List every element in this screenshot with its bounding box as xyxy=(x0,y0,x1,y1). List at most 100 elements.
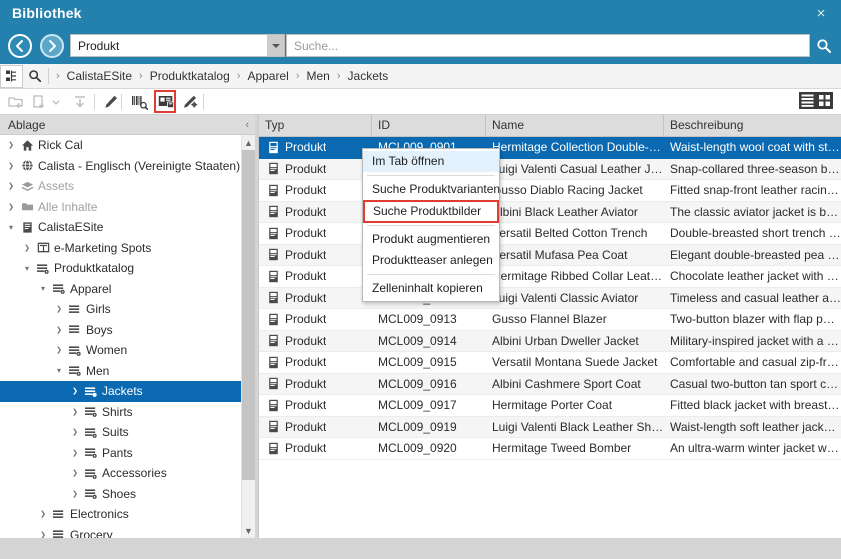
table-header-row: TypIDNameBeschreibung xyxy=(259,115,841,137)
scrollbar-thumb[interactable] xyxy=(242,150,255,480)
new-folder-button[interactable] xyxy=(6,92,26,112)
chevron-right-icon[interactable]: ❯ xyxy=(20,244,34,252)
chevron-right-icon[interactable]: ❯ xyxy=(36,510,50,518)
view-mode-toggle[interactable] xyxy=(799,92,833,114)
list-view-icon[interactable] xyxy=(799,92,816,114)
table-row[interactable]: ProduktMCL009_0920Hermitage Tweed Bomber… xyxy=(259,438,841,460)
sidebar-item-electronics[interactable]: ❯Electronics xyxy=(0,504,255,525)
chevron-right-icon[interactable]: ❯ xyxy=(4,182,18,190)
new-document-button[interactable] xyxy=(29,92,49,112)
chevron-right-icon[interactable]: ❯ xyxy=(68,408,82,416)
chevron-up-icon[interactable]: ▲ xyxy=(242,135,255,150)
breadcrumb-item[interactable]: Produktkatalog xyxy=(144,69,236,83)
chevron-right-icon[interactable]: ❯ xyxy=(68,387,82,395)
sidebar-item-apparel[interactable]: ▾Apparel xyxy=(0,279,255,300)
chevron-right-icon[interactable]: ❯ xyxy=(4,162,18,170)
context-menu-item[interactable]: Suche Produktvarianten xyxy=(363,179,499,200)
table-row[interactable]: ProduktMCL009_0907Hermitage Ribbed Colla… xyxy=(259,266,841,288)
new-dropdown-button[interactable] xyxy=(49,92,63,112)
sidebar-item-assets[interactable]: ❯Assets xyxy=(0,176,255,197)
upload-button[interactable] xyxy=(70,92,90,112)
chevron-down-icon[interactable]: ▾ xyxy=(4,223,18,232)
breadcrumb-item[interactable]: Apparel xyxy=(241,69,294,83)
context-menu-item[interactable]: Im Tab öffnen xyxy=(363,151,499,172)
edit-button[interactable] xyxy=(101,92,121,112)
table-row[interactable]: ProduktMCL009_0916Albini Cashmere Sport … xyxy=(259,374,841,396)
context-menu-item[interactable]: Zelleninhalt kopieren xyxy=(363,278,499,299)
search-product-images-button[interactable] xyxy=(157,92,177,112)
column-header[interactable]: Name xyxy=(486,115,664,136)
table-row[interactable]: ProduktMCL009_0910Luigi Valenti Classic … xyxy=(259,288,841,310)
chevron-down-icon[interactable]: ▾ xyxy=(36,284,50,293)
table-row[interactable]: ProduktMCL009_0913Gusso Flannel BlazerTw… xyxy=(259,309,841,331)
column-header[interactable]: Beschreibung xyxy=(664,115,841,136)
table-row[interactable]: ProduktMCL009_0904Albini Black Leather A… xyxy=(259,202,841,224)
chevron-right-icon[interactable]: ❯ xyxy=(4,141,18,149)
table-row[interactable]: ProduktMCL009_0901Hermitage Collection D… xyxy=(259,137,841,159)
sidebar-item-girls[interactable]: ❯Girls xyxy=(0,299,255,320)
breadcrumb-search-toggle[interactable] xyxy=(23,65,46,88)
context-menu-item[interactable]: Produkt augmentieren xyxy=(363,229,499,250)
breadcrumb-item[interactable]: Jackets xyxy=(342,69,395,83)
sidebar-item-shirts[interactable]: ❯Shirts xyxy=(0,402,255,423)
table-row[interactable]: ProduktMCL009_0914Albini Urban Dweller J… xyxy=(259,331,841,353)
table-row[interactable]: ProduktMCL009_0903Gusso Diablo Racing Ja… xyxy=(259,180,841,202)
chevron-right-icon[interactable]: ❯ xyxy=(52,346,66,354)
table-row[interactable]: ProduktMCL009_0906Versatil Mufasa Pea Co… xyxy=(259,245,841,267)
chevron-right-icon[interactable]: ❯ xyxy=(68,490,82,498)
cell-text: Produkt xyxy=(285,377,326,391)
augment-product-button[interactable] xyxy=(180,92,200,112)
folder-tree[interactable]: ❯Rick Cal❯Calista - Englisch (Vereinigte… xyxy=(0,135,255,538)
chevron-right-icon[interactable]: ❯ xyxy=(4,203,18,211)
context-menu-item[interactable]: Suche Produktbilder xyxy=(364,201,498,222)
sidebar-item-produktkatalog[interactable]: ▾Produktkatalog xyxy=(0,258,255,279)
search-input[interactable]: Suche... xyxy=(286,34,810,57)
search-button[interactable] xyxy=(812,34,835,57)
sidebar-item-shoes[interactable]: ❯Shoes xyxy=(0,484,255,505)
sidebar-item-alle-inhalte[interactable]: ❯Alle Inhalte xyxy=(0,197,255,218)
type-selector[interactable]: Produkt xyxy=(70,34,285,57)
sidebar-item-rick-cal[interactable]: ❯Rick Cal xyxy=(0,135,255,156)
sidebar-item-jackets[interactable]: ❯Jackets xyxy=(0,381,255,402)
chevron-right-icon[interactable]: ❯ xyxy=(52,326,66,334)
sidebar-item-women[interactable]: ❯Women xyxy=(0,340,255,361)
chevron-right-icon[interactable]: ❯ xyxy=(68,428,82,436)
context-menu[interactable]: Im Tab öffnen Suche ProduktvariantenSuche… xyxy=(362,148,500,302)
table-row[interactable]: ProduktMCL009_0917Hermitage Porter CoatF… xyxy=(259,395,841,417)
chevron-down-icon[interactable] xyxy=(267,35,284,56)
sidebar-item-calistaesite[interactable]: ▾CalistaESite xyxy=(0,217,255,238)
sidebar-item-men[interactable]: ▾Men xyxy=(0,361,255,382)
back-button[interactable] xyxy=(8,34,32,58)
column-header[interactable]: ID xyxy=(372,115,486,136)
chevron-right-icon[interactable]: ❯ xyxy=(68,469,82,477)
sidebar-item-suits[interactable]: ❯Suits xyxy=(0,422,255,443)
cell-text: Produkt xyxy=(285,248,326,262)
search-variants-button[interactable] xyxy=(129,92,149,112)
context-menu-item[interactable]: Produktteaser anlegen xyxy=(363,250,499,271)
chevron-down-icon[interactable]: ▾ xyxy=(20,264,34,273)
sidebar-item-accessories[interactable]: ❯Accessories xyxy=(0,463,255,484)
sidebar-item-pants[interactable]: ❯Pants xyxy=(0,443,255,464)
tree-view-toggle[interactable] xyxy=(0,65,23,88)
breadcrumb-item[interactable]: Men xyxy=(301,69,336,83)
table-row[interactable]: ProduktMCL009_0902Luigi Valenti Casual L… xyxy=(259,159,841,181)
sidebar-item-calista-englisch-vereinigte-staaten[interactable]: ❯Calista - Englisch (Vereinigte Staaten) xyxy=(0,156,255,177)
chevron-right-icon[interactable]: ❯ xyxy=(52,305,66,313)
chevron-down-icon[interactable]: ▾ xyxy=(52,366,66,375)
forward-button[interactable] xyxy=(40,34,64,58)
sidebar-item-boys[interactable]: ❯Boys xyxy=(0,320,255,341)
table-row[interactable]: ProduktMCL009_0919Luigi Valenti Black Le… xyxy=(259,417,841,439)
sidebar-item-grocery[interactable]: ❯Grocery xyxy=(0,525,255,539)
table-row[interactable]: ProduktMCL009_0915Versatil Montana Suede… xyxy=(259,352,841,374)
column-header[interactable]: Typ xyxy=(259,115,372,136)
chevron-right-icon[interactable]: ❯ xyxy=(68,449,82,457)
chevron-down-icon[interactable]: ▼ xyxy=(242,523,255,538)
close-icon[interactable]: × xyxy=(811,4,831,24)
table-row[interactable]: ProduktMCL009_0905Versatil Belted Cotton… xyxy=(259,223,841,245)
sidebar-item-e-marketing-spots[interactable]: ❯e-Marketing Spots xyxy=(0,238,255,259)
grid-view-icon[interactable] xyxy=(816,92,833,114)
sidebar-scrollbar[interactable]: ▲ ▼ xyxy=(241,135,255,538)
chevron-right-icon[interactable]: ❯ xyxy=(36,531,50,538)
chevron-left-icon[interactable]: ‹ xyxy=(245,119,249,131)
breadcrumb-item[interactable]: CalistaESite xyxy=(61,69,138,83)
